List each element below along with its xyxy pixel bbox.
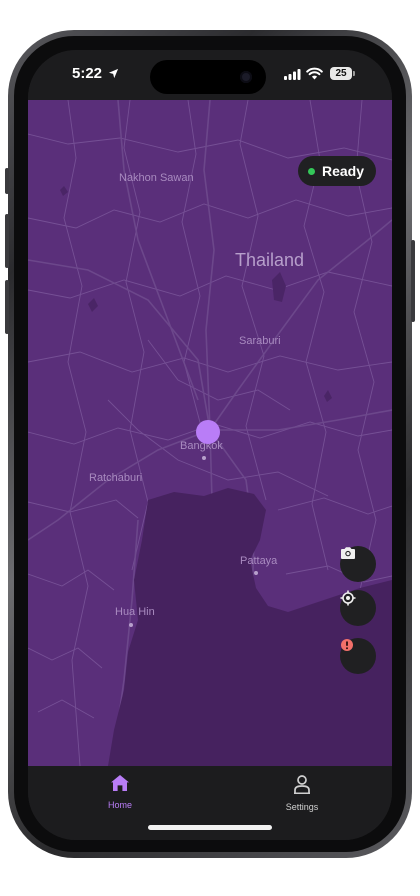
dynamic-island <box>150 60 266 94</box>
city-label: Ratchaburi <box>89 472 143 484</box>
country-label: Thailand <box>235 250 305 270</box>
status-pill-label: Ready <box>321 163 364 179</box>
city-dot <box>254 571 258 575</box>
location-arrow-icon <box>108 68 119 79</box>
front-camera <box>240 71 252 83</box>
tab-home[interactable]: Home <box>80 774 160 810</box>
status-pill: Ready <box>297 156 376 186</box>
locate-icon <box>340 590 356 606</box>
tab-settings-label: Settings <box>285 802 319 812</box>
locate-button[interactable] <box>340 590 376 626</box>
home-icon <box>111 775 129 791</box>
battery-tip <box>353 71 355 76</box>
phone-volume-up <box>5 214 9 268</box>
person-icon <box>294 775 310 794</box>
city-label: Saraburi <box>239 335 281 347</box>
alert-button[interactable] <box>340 638 376 674</box>
status-bar: 5:22 25 <box>28 50 392 100</box>
phone-screen: 5:22 25 Thailand Nakhon Sawan Saraburi B… <box>28 50 392 840</box>
tab-settings[interactable]: Settings <box>262 774 342 812</box>
city-dot <box>202 456 206 460</box>
wifi-icon <box>306 67 323 80</box>
camera-icon <box>341 547 355 559</box>
home-indicator <box>148 825 272 830</box>
phone-power-button <box>411 240 415 322</box>
city-label: Nakhon Sawan <box>119 172 194 184</box>
phone-side-button <box>5 168 9 194</box>
city-label: Hua Hin <box>115 606 155 618</box>
cellular-signal-icon <box>284 69 301 80</box>
battery-indicator: 25 <box>330 67 352 80</box>
city-dot <box>129 623 133 627</box>
map-view[interactable]: Thailand Nakhon Sawan Saraburi Bangkok R… <box>28 100 392 766</box>
ready-dot <box>307 167 315 175</box>
city-label: Pattaya <box>240 555 278 567</box>
alert-icon <box>341 639 353 651</box>
phone-volume-down <box>5 280 9 334</box>
user-location-marker[interactable] <box>196 420 220 444</box>
status-time: 5:22 <box>72 65 103 82</box>
camera-button[interactable] <box>340 546 376 582</box>
tab-home-label: Home <box>107 800 132 810</box>
